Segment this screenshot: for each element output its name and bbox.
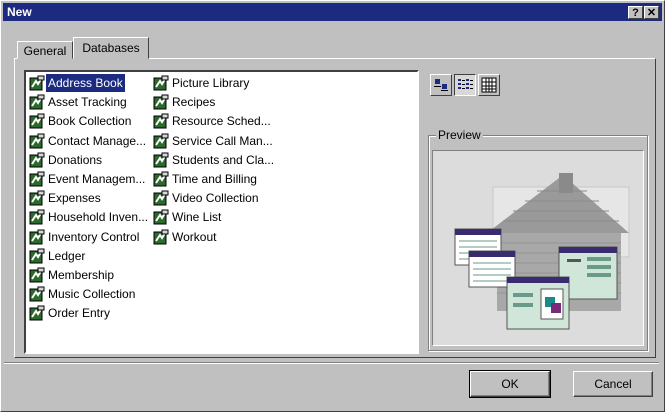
database-wizard-icon	[29, 286, 45, 302]
database-wizard-icon	[153, 171, 169, 187]
preview-box	[432, 150, 644, 346]
template-item[interactable]: Asset Tracking	[29, 93, 129, 111]
database-wizard-icon	[153, 209, 169, 225]
template-item[interactable]: Donations	[29, 151, 104, 169]
template-item[interactable]: Book Collection	[29, 112, 133, 130]
database-wizard-icon	[29, 267, 45, 283]
template-item[interactable]: Contact Manage...	[29, 132, 148, 150]
template-item-label: Address Book	[45, 73, 126, 93]
template-item[interactable]: Inventory Control	[29, 228, 141, 246]
database-wizard-icon	[153, 94, 169, 110]
list-view-button[interactable]	[454, 74, 476, 96]
template-item[interactable]: Resource Sched...	[153, 112, 273, 130]
template-item-label: Ledger	[48, 248, 86, 263]
database-wizard-icon	[153, 152, 169, 168]
list-view-icon	[458, 79, 473, 89]
template-item[interactable]: Music Collection	[29, 285, 137, 303]
details-view-button[interactable]	[478, 74, 500, 96]
database-wizard-icon	[29, 133, 45, 149]
template-item-label: Students and Cla...	[172, 152, 275, 167]
template-item-label: Order Entry	[48, 306, 111, 321]
template-item[interactable]: Picture Library	[153, 74, 251, 92]
template-item-label: Time and Billing	[172, 172, 257, 186]
template-item[interactable]: Workout	[153, 228, 218, 246]
database-wizard-icon	[29, 305, 45, 321]
database-wizard-icon	[29, 209, 45, 225]
template-item-label: Inventory Control	[48, 229, 140, 244]
template-item-label: Picture Library	[172, 76, 250, 90]
details-view-icon	[481, 77, 497, 93]
database-wizard-icon	[153, 113, 169, 129]
cancel-button[interactable]: Cancel	[573, 371, 653, 397]
template-item[interactable]: Ledger	[29, 247, 87, 265]
template-item[interactable]: Recipes	[153, 93, 217, 111]
template-item[interactable]: Event Managem...	[29, 170, 147, 188]
template-item-label: Service Call Man...	[172, 133, 273, 148]
large-icons-icon	[434, 79, 448, 91]
template-item[interactable]: Time and Billing	[153, 170, 259, 188]
database-wizard-icon	[153, 75, 169, 91]
template-item-label: Music Collection	[48, 287, 136, 302]
database-wizard-icon	[29, 75, 45, 91]
template-item-label: Book Collection	[48, 114, 132, 129]
database-wizard-icon	[29, 113, 45, 129]
database-wizard-icon	[153, 133, 169, 149]
template-item-label: Donations	[48, 152, 103, 167]
template-item-label: Membership	[48, 268, 115, 282]
template-item-label: Video Collection	[172, 191, 259, 206]
database-wizard-icon	[29, 229, 45, 245]
tab-general[interactable]: General	[17, 41, 73, 59]
template-item-label: Event Managem...	[48, 172, 146, 186]
large-icons-view-button[interactable]	[430, 74, 452, 96]
template-item-label: Asset Tracking	[48, 95, 127, 110]
template-item-label: Contact Manage...	[48, 133, 147, 148]
template-item-label: Expenses	[48, 191, 101, 206]
template-item-label: Household Inven...	[48, 210, 149, 225]
template-item[interactable]: Service Call Man...	[153, 132, 275, 150]
template-item[interactable]: Video Collection	[153, 189, 261, 207]
button-separator	[4, 362, 659, 364]
database-wizard-icon	[29, 152, 45, 168]
database-wizard-icon	[29, 248, 45, 264]
template-item[interactable]: Household Inven...	[29, 208, 150, 226]
database-wizard-icon	[29, 94, 45, 110]
title-bar[interactable]: New ? ✕	[3, 3, 662, 21]
tab-databases[interactable]: Databases	[73, 37, 149, 59]
template-item[interactable]: Wine List	[153, 208, 223, 226]
database-wizard-icon	[153, 190, 169, 206]
template-item-label: Wine List	[172, 210, 222, 225]
database-wizard-icon	[29, 190, 45, 206]
template-item-label: Workout	[172, 229, 217, 244]
template-item[interactable]: Expenses	[29, 189, 103, 207]
template-item-label: Resource Sched...	[172, 114, 271, 129]
template-item[interactable]: Students and Cla...	[153, 151, 276, 169]
ok-button[interactable]: OK	[469, 370, 551, 398]
help-button[interactable]: ?	[628, 6, 643, 19]
close-button[interactable]: ✕	[644, 6, 659, 19]
window-title: New	[7, 5, 32, 19]
template-item-label: Recipes	[172, 95, 216, 110]
template-item[interactable]: Order Entry	[29, 304, 112, 322]
database-wizard-icon	[153, 229, 169, 245]
database-house-illustration	[454, 173, 630, 330]
preview-label: Preview	[436, 128, 483, 142]
template-item[interactable]: Membership	[29, 266, 116, 284]
template-item[interactable]: Address Book	[29, 73, 126, 93]
database-wizard-icon	[29, 171, 45, 187]
